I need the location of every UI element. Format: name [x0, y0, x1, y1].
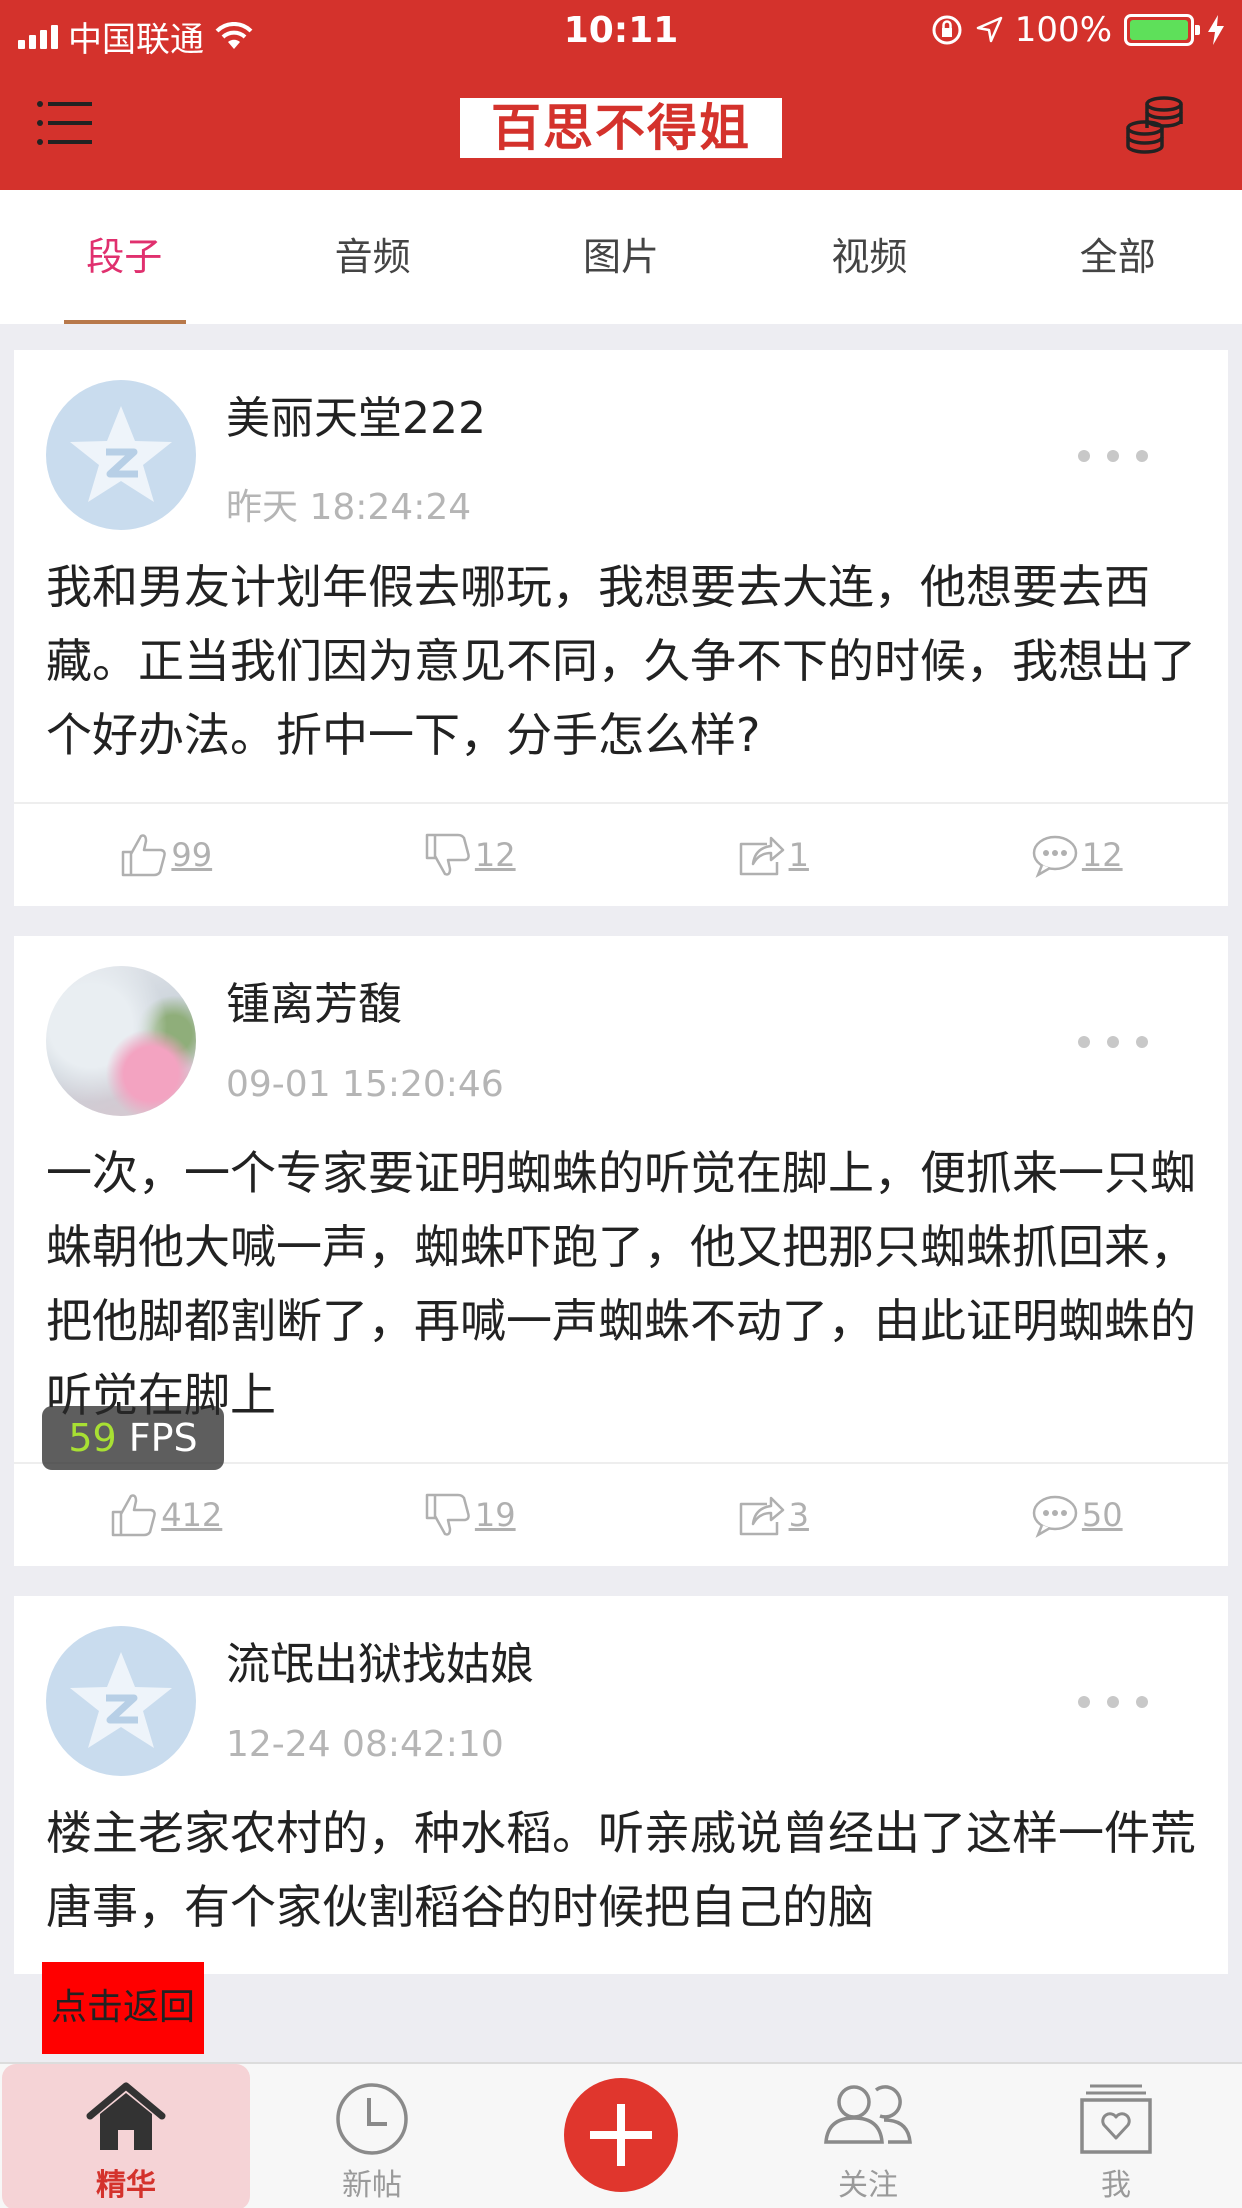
- thumbs-up-icon: [122, 834, 167, 877]
- battery-percent: 100%: [1014, 10, 1112, 50]
- app-logo: 百思不得姐: [460, 98, 782, 158]
- like-button[interactable]: 412: [14, 1464, 318, 1566]
- tab-duanzi[interactable]: 段子: [0, 190, 248, 324]
- tabbar-item-follow[interactable]: 关注: [744, 2064, 992, 2208]
- top-bar: 中国联通 10:11 100% 百思不得姐: [0, 0, 1242, 190]
- post-username[interactable]: 锺离芳馥: [226, 968, 402, 1032]
- comment-icon: [1032, 835, 1078, 878]
- share-icon: [739, 1496, 784, 1536]
- fps-unit: FPS: [128, 1416, 198, 1460]
- post-card: 美丽天堂222 昨天 18:24:24 我和男友计划年假去哪玩，我想要去大连，他…: [14, 350, 1228, 906]
- tab-pictures[interactable]: 图片: [497, 190, 745, 324]
- post-username[interactable]: 流氓出狱找姑娘: [226, 1628, 534, 1692]
- share-button[interactable]: 1: [621, 804, 925, 906]
- post-header: 锺离芳馥 09-01 15:20:46: [14, 936, 1228, 1136]
- avatar[interactable]: [46, 380, 196, 530]
- comment-count: 50: [1081, 1496, 1123, 1534]
- tabbar-item-me[interactable]: 我: [992, 2064, 1240, 2208]
- thumbs-up-icon: [111, 1494, 157, 1537]
- status-right: 100%: [931, 10, 1226, 50]
- post-card: 流氓出狱找姑娘 12-24 08:42:10 楼主老家农村的，种水稻。听亲戚说曾…: [14, 1596, 1228, 1974]
- post-username[interactable]: 美丽天堂222: [226, 382, 486, 446]
- tabbar-item-new[interactable]: 新帖: [248, 2064, 496, 2208]
- avatar[interactable]: [46, 1626, 196, 1776]
- nav-bar: 百思不得姐: [0, 62, 1242, 190]
- dislike-count: 19: [474, 1496, 516, 1534]
- like-count: 412: [161, 1496, 223, 1534]
- comment-count: 12: [1081, 836, 1123, 874]
- tabbar-label: 我: [1101, 2168, 1131, 2203]
- post-header: 美丽天堂222 昨天 18:24:24: [14, 350, 1228, 550]
- share-count: 3: [788, 1496, 809, 1534]
- thumbs-down-icon: [425, 833, 470, 876]
- clock-icon: [336, 2083, 408, 2155]
- comment-button[interactable]: 50: [925, 1464, 1229, 1566]
- avatar[interactable]: [46, 966, 196, 1116]
- post-content[interactable]: 我和男友计划年假去哪玩，我想要去大连，他想要去西藏。正当我们因为意见不同，久争不…: [14, 550, 1228, 802]
- home-icon: [86, 2082, 166, 2150]
- fps-value: 59: [68, 1416, 117, 1460]
- share-count: 1: [788, 836, 809, 874]
- back-button[interactable]: 点击返回: [42, 1962, 204, 2054]
- coins-icon[interactable]: [1124, 94, 1186, 154]
- post-actions: 412 19 3 50: [14, 1462, 1228, 1566]
- location-icon: [976, 16, 1003, 43]
- qq-avatar-icon: [70, 406, 172, 502]
- thumbs-down-icon: [425, 1493, 470, 1536]
- more-options-icon[interactable]: [1078, 1032, 1148, 1052]
- bottom-tab-bar: 精华 新帖 关注 我: [0, 2062, 1242, 2208]
- post-header: 流氓出狱找姑娘 12-24 08:42:10: [14, 1596, 1228, 1796]
- post-time: 09-01 15:20:46: [226, 1064, 504, 1105]
- post-card: 锺离芳馥 09-01 15:20:46 一次，一个专家要证明蜘蛛的听觉在脚上，便…: [14, 936, 1228, 1566]
- dislike-count: 12: [474, 836, 516, 874]
- tab-audio[interactable]: 音频: [248, 190, 496, 324]
- post-feed: 美丽天堂222 昨天 18:24:24 我和男友计划年假去哪玩，我想要去大连，他…: [14, 350, 1228, 2004]
- tabbar-label: 新帖: [342, 2168, 402, 2203]
- fps-counter: 59 FPS: [42, 1406, 224, 1470]
- share-icon: [739, 836, 784, 876]
- dislike-button[interactable]: 19: [318, 1464, 622, 1566]
- like-count: 99: [171, 836, 213, 874]
- share-button[interactable]: 3: [621, 1464, 925, 1566]
- tabbar-item-essence[interactable]: 精华: [2, 2064, 250, 2208]
- friends-icon: [824, 2085, 912, 2144]
- post-content[interactable]: 楼主老家农村的，种水稻。听亲戚说曾经出了这样一件荒唐事，有个家伙割稻谷的时候把自…: [14, 1796, 1228, 1974]
- battery-icon: [1124, 14, 1200, 46]
- comment-button[interactable]: 12: [925, 804, 1229, 906]
- tab-all[interactable]: 全部: [994, 190, 1242, 324]
- tabbar-label: 关注: [838, 2168, 898, 2203]
- charging-icon: [1208, 15, 1224, 45]
- qq-avatar-icon: [70, 1652, 172, 1748]
- post-actions: 99 12 1 12: [14, 802, 1228, 906]
- dislike-button[interactable]: 12: [318, 804, 622, 906]
- plus-icon[interactable]: [564, 2078, 678, 2192]
- profile-icon: [1080, 2084, 1152, 2154]
- tab-video[interactable]: 视频: [745, 190, 993, 324]
- menu-icon[interactable]: [36, 98, 94, 148]
- more-options-icon[interactable]: [1078, 446, 1148, 466]
- comment-icon: [1032, 1495, 1078, 1538]
- category-tabs: 段子 音频 图片 视频 全部: [0, 190, 1242, 324]
- orientation-lock-icon: [932, 15, 962, 45]
- more-options-icon[interactable]: [1078, 1692, 1148, 1712]
- status-bar: 中国联通 10:11 100%: [0, 0, 1242, 62]
- tabbar-label: 精华: [96, 2168, 156, 2203]
- post-time: 12-24 08:42:10: [226, 1724, 504, 1765]
- like-button[interactable]: 99: [14, 804, 318, 906]
- post-time: 昨天 18:24:24: [226, 487, 472, 528]
